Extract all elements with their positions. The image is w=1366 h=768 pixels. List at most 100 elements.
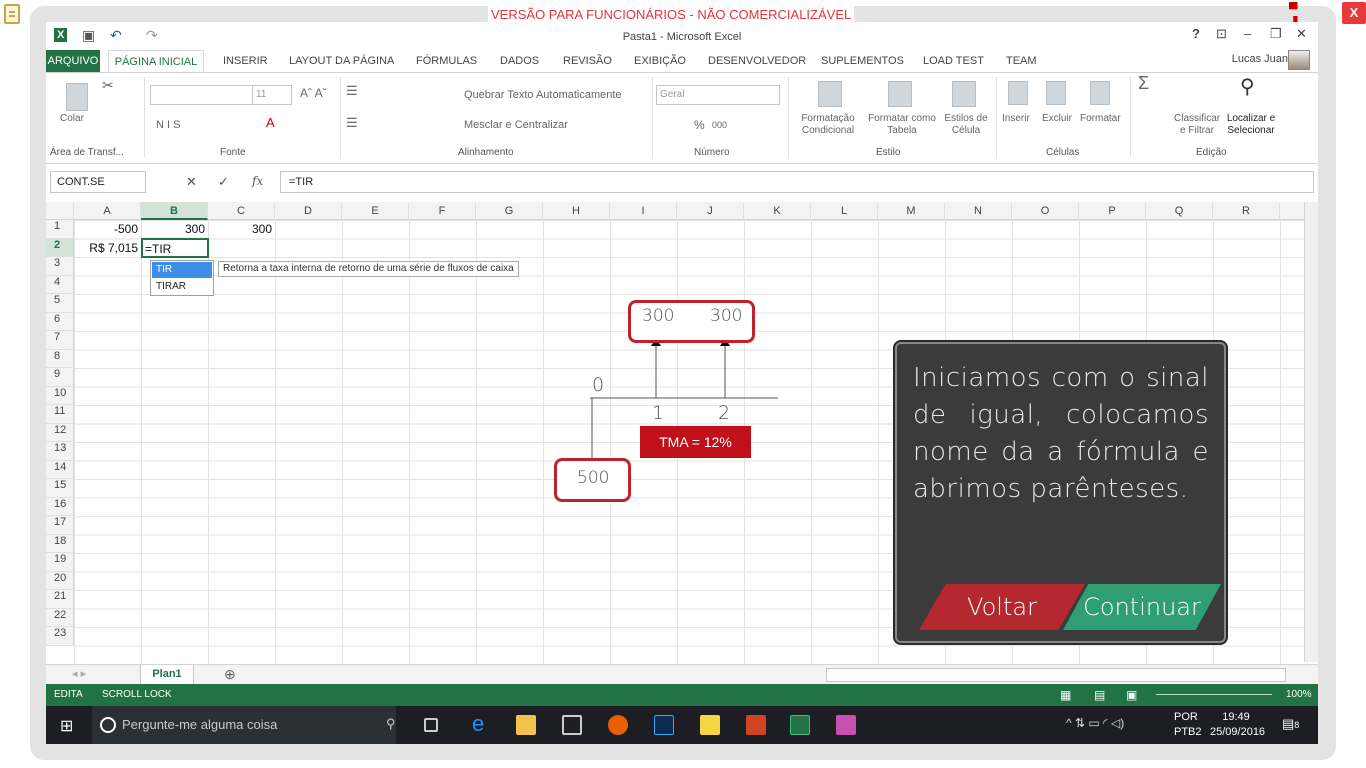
enter-icon[interactable]: ✓ <box>218 174 229 190</box>
row-header[interactable]: 6 <box>46 312 74 331</box>
firefox-icon[interactable] <box>608 715 628 735</box>
font-size-input[interactable]: 11 <box>252 85 292 105</box>
column-header[interactable]: J <box>677 202 744 220</box>
format-cells-icon[interactable] <box>1090 81 1110 105</box>
photoshop-icon[interactable] <box>654 715 674 735</box>
thousands-button[interactable]: 000 <box>712 119 727 131</box>
wrap-text-button[interactable]: Quebrar Texto Automaticamente <box>464 89 622 101</box>
sort-filter-button[interactable]: Classificar e Filtrar <box>1174 113 1220 137</box>
format-table-button[interactable]: Formatar como Tabela <box>860 113 944 137</box>
row-header[interactable]: 8 <box>46 349 74 368</box>
column-header[interactable]: N <box>945 202 1012 220</box>
file-explorer-icon[interactable] <box>516 715 536 735</box>
percent-button[interactable]: % <box>694 119 705 131</box>
cell-styles-button[interactable]: Estilos de Célula <box>940 113 992 137</box>
prev-sheet-icon[interactable]: ◂ ▸ <box>72 667 86 680</box>
tab-exibicao[interactable]: EXIBIÇÃO <box>634 50 686 72</box>
task-view-icon[interactable] <box>424 718 438 732</box>
column-header[interactable]: E <box>342 202 409 220</box>
cut-icon[interactable]: ✂ <box>102 78 114 92</box>
autocomplete-item-tir[interactable]: TIR <box>152 262 212 278</box>
conditional-format-icon[interactable] <box>818 81 842 107</box>
column-header[interactable]: I <box>610 202 677 220</box>
row-header[interactable]: 17 <box>46 516 74 535</box>
cell-b2-active[interactable]: =TIR <box>141 238 209 258</box>
insert-function-icon[interactable]: fx <box>252 174 263 188</box>
column-header[interactable]: A <box>74 202 141 220</box>
select-all[interactable] <box>46 202 74 220</box>
align-top-icon[interactable]: ☰ <box>346 84 358 97</box>
row-header[interactable]: 13 <box>46 442 74 461</box>
row-header[interactable]: 16 <box>46 497 74 516</box>
notifications-icon[interactable]: ▤8 <box>1282 716 1299 732</box>
user-name[interactable]: Lucas Juan <box>1232 53 1288 65</box>
cell-b1[interactable]: 300 <box>141 220 205 238</box>
binoculars-icon[interactable]: ⚲ <box>1240 77 1255 97</box>
cortana-search-input[interactable]: Pergunte-me alguma coisa <box>92 706 396 744</box>
row-header[interactable]: 4 <box>46 275 74 294</box>
row-header[interactable]: 22 <box>46 608 74 627</box>
column-header[interactable]: G <box>476 202 543 220</box>
restore-icon[interactable]: ❐ <box>1270 26 1282 42</box>
cancel-icon[interactable]: ✕ <box>186 174 197 190</box>
column-header[interactable]: F <box>409 202 476 220</box>
cell-styles-icon[interactable] <box>952 81 976 107</box>
close-window-icon[interactable]: ✕ <box>1296 26 1307 42</box>
row-header[interactable]: 21 <box>46 590 74 609</box>
tray-icons[interactable]: ^ ⇅ ▭ ◜ ◁) <box>1066 716 1124 730</box>
normal-view-icon[interactable]: ▦ <box>1060 684 1071 706</box>
page-layout-icon[interactable]: ▤ <box>1094 684 1105 706</box>
zoom-level[interactable]: 100% <box>1286 684 1312 706</box>
column-header[interactable]: P <box>1079 202 1146 220</box>
vertical-scrollbar[interactable] <box>1304 202 1318 662</box>
row-header[interactable]: 11 <box>46 405 74 424</box>
windows-start-icon[interactable]: ⊞ <box>60 716 73 736</box>
tab-inserir[interactable]: INSERIR <box>223 50 268 72</box>
close-button[interactable]: X <box>1342 2 1366 24</box>
column-header[interactable]: L <box>811 202 878 220</box>
delete-cells-button[interactable]: Excluir <box>1042 113 1072 125</box>
cell-a1[interactable]: -500 <box>74 220 138 238</box>
column-header[interactable]: H <box>543 202 610 220</box>
cell-c1[interactable]: 300 <box>208 220 272 238</box>
microphone-icon[interactable]: ⚲ <box>386 716 396 732</box>
column-header[interactable]: C <box>208 202 275 220</box>
font-color-icon[interactable]: A <box>266 116 275 129</box>
format-cells-button[interactable]: Formatar <box>1080 113 1121 125</box>
row-header[interactable]: 12 <box>46 423 74 442</box>
name-box[interactable]: CONT.SE <box>50 171 146 193</box>
ribbon-display-icon[interactable]: ⊡ <box>1216 26 1227 42</box>
horizontal-scrollbar[interactable] <box>826 668 1286 682</box>
clock[interactable]: 19:49 25/09/2016 <box>1210 710 1265 740</box>
paste-label[interactable]: Colar <box>60 113 84 125</box>
row-header[interactable]: 3 <box>46 257 74 276</box>
autocomplete-item-tirar[interactable]: TIRAR <box>152 279 212 295</box>
tab-arquivo[interactable]: ARQUIVO <box>46 50 100 72</box>
grow-font-icon[interactable]: Aˆ Aˇ <box>300 87 327 99</box>
row-header[interactable]: 20 <box>46 571 74 590</box>
column-header[interactable]: M <box>878 202 945 220</box>
column-header[interactable]: D <box>275 202 342 220</box>
page-break-icon[interactable]: ▣ <box>1126 684 1137 706</box>
add-sheet-icon[interactable]: ⊕ <box>224 666 236 683</box>
merge-center-button[interactable]: Mesclar e Centralizar <box>464 119 568 131</box>
language-indicator[interactable]: POR PTB2 <box>1174 710 1202 740</box>
paste-icon[interactable] <box>66 83 88 111</box>
continue-button[interactable]: Continuar <box>1063 584 1221 630</box>
number-format-select[interactable]: Geral <box>656 85 780 105</box>
column-header[interactable]: O <box>1012 202 1079 220</box>
powerpoint-icon[interactable] <box>746 715 766 735</box>
cell-a2[interactable]: R$ 7,015 <box>74 239 140 257</box>
tab-load-test[interactable]: LOAD TEST <box>923 50 984 72</box>
font-name-input[interactable] <box>150 85 258 105</box>
tab-desenvolvedor[interactable]: DESENVOLVEDOR <box>708 50 806 72</box>
zoom-slider[interactable] <box>1156 694 1272 695</box>
row-header[interactable]: 15 <box>46 479 74 498</box>
tab-dados[interactable]: DADOS <box>500 50 539 72</box>
insert-cells-icon[interactable] <box>1008 81 1028 105</box>
row-header[interactable]: 18 <box>46 534 74 553</box>
app-icon[interactable] <box>836 715 856 735</box>
help-button[interactable]: ? <box>1192 26 1200 41</box>
sticky-notes-icon[interactable] <box>700 715 720 735</box>
row-header[interactable]: 19 <box>46 553 74 572</box>
